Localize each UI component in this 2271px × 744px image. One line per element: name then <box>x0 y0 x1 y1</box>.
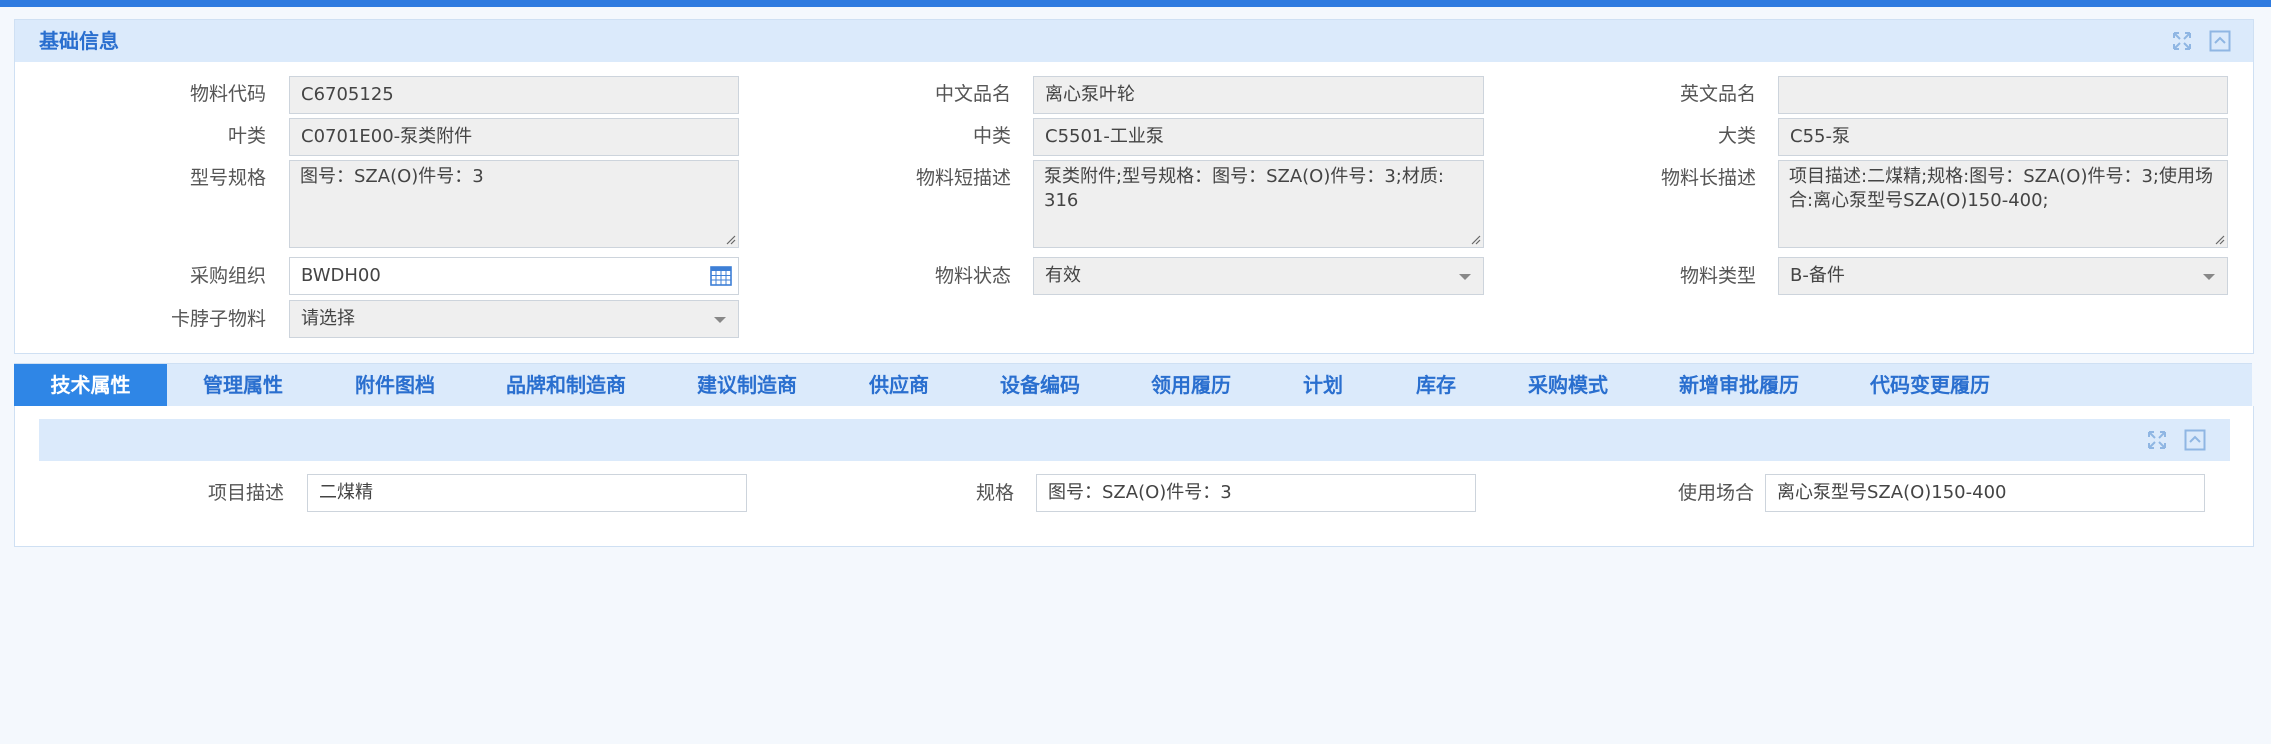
tab-equipment-code[interactable]: 设备编码 <box>1000 364 1080 406</box>
tech-attributes-header <box>39 419 2230 461</box>
model-spec-textarea[interactable]: 图号：SZA(O)件号：3 <box>289 160 739 248</box>
resize-grip-icon[interactable] <box>2213 233 2225 245</box>
dropdown-arrow-icon[interactable] <box>714 317 726 323</box>
english-name-label: 英文品名 <box>1679 83 1756 105</box>
neck-material-value: 请选择 <box>301 308 355 329</box>
expand-icon[interactable] <box>2171 30 2193 52</box>
tab-management-attributes[interactable]: 管理属性 <box>203 364 283 406</box>
middle-class-label: 中类 <box>972 125 1011 147</box>
dropdown-arrow-icon[interactable] <box>2203 274 2215 280</box>
tab-inventory[interactable]: 库存 <box>1416 364 1456 406</box>
usage-value: 离心泵型号SZA(O)150-400 <box>1777 482 2007 503</box>
tab-purchase-mode[interactable]: 采购模式 <box>1528 364 1608 406</box>
project-desc-field[interactable]: 二煤精 <box>307 474 747 512</box>
material-type-value: B-备件 <box>1790 265 1845 286</box>
material-type-label: 物料类型 <box>1679 265 1756 287</box>
material-code-value: C6705125 <box>301 84 394 105</box>
spec-label: 规格 <box>975 482 1014 504</box>
model-spec-value: 图号：SZA(O)件号：3 <box>300 166 484 187</box>
model-spec-label: 型号规格 <box>189 167 266 189</box>
material-status-label: 物料状态 <box>934 265 1011 287</box>
major-class-value: C55-泵 <box>1790 126 1850 147</box>
expand-icon[interactable] <box>2146 429 2168 451</box>
tab-usage-history[interactable]: 领用履历 <box>1151 364 1231 406</box>
project-desc-value: 二煤精 <box>319 482 373 503</box>
long-desc-value: 项目描述:二煤精;规格:图号：SZA(O)件号：3;使用场合:离心泵型号SZA(… <box>1789 166 2213 211</box>
leaf-class-label: 叶类 <box>227 125 266 147</box>
material-code-label: 物料代码 <box>189 83 266 105</box>
tab-bar: 技术属性 管理属性 附件图档 品牌和制造商 建议制造商 供应商 设备编码 领用履… <box>14 363 2252 408</box>
spec-value: 图号：SZA(O)件号：3 <box>1048 482 1232 503</box>
long-desc-label: 物料长描述 <box>1660 167 1756 189</box>
top-accent-bar <box>0 0 2271 7</box>
purchase-org-value: BWDH00 <box>301 265 381 286</box>
tab-attachments[interactable]: 附件图档 <box>355 364 435 406</box>
usage-field[interactable]: 离心泵型号SZA(O)150-400 <box>1765 474 2205 512</box>
resize-grip-icon[interactable] <box>724 233 736 245</box>
tech-attributes-panel: 项目描述 二煤精 规格 图号：SZA(O)件号：3 使用场合 离心泵型号SZA(… <box>14 406 2254 547</box>
leaf-class-field[interactable]: C0701E00-泵类附件 <box>289 118 739 156</box>
spec-field[interactable]: 图号：SZA(O)件号：3 <box>1036 474 1476 512</box>
purchase-org-field[interactable]: BWDH00 <box>289 257 739 295</box>
short-desc-value: 泵类附件;型号规格：图号：SZA(O)件号：3;材质: 316 <box>1044 166 1444 211</box>
collapse-icon[interactable] <box>2184 429 2206 451</box>
tab-supplier[interactable]: 供应商 <box>869 364 929 406</box>
leaf-class-value: C0701E00-泵类附件 <box>301 126 473 147</box>
basic-info-panel: 基础信息 物料代码 C6705125 中文品名 离心泵叶轮 英文品名 叶类 C0… <box>14 19 2254 354</box>
tab-plan[interactable]: 计划 <box>1303 364 1343 406</box>
english-name-field[interactable] <box>1778 76 2228 114</box>
material-code-field[interactable]: C6705125 <box>289 76 739 114</box>
major-class-field[interactable]: C55-泵 <box>1778 118 2228 156</box>
neck-material-select[interactable]: 请选择 <box>289 300 739 338</box>
usage-label: 使用场合 <box>1677 482 1754 504</box>
major-class-label: 大类 <box>1717 125 1756 147</box>
short-desc-textarea[interactable]: 泵类附件;型号规格：图号：SZA(O)件号：3;材质: 316 <box>1033 160 1484 248</box>
chinese-name-field[interactable]: 离心泵叶轮 <box>1033 76 1484 114</box>
chinese-name-label: 中文品名 <box>934 83 1011 105</box>
collapse-icon[interactable] <box>2209 30 2231 52</box>
short-desc-label: 物料短描述 <box>915 167 1011 189</box>
long-desc-textarea[interactable]: 项目描述:二煤精;规格:图号：SZA(O)件号：3;使用场合:离心泵型号SZA(… <box>1778 160 2228 248</box>
basic-info-header: 基础信息 <box>15 20 2253 62</box>
neck-material-label: 卡脖子物料 <box>170 308 266 330</box>
resize-grip-icon[interactable] <box>1469 233 1481 245</box>
material-type-select[interactable]: B-备件 <box>1778 257 2228 295</box>
tab-approval-history[interactable]: 新增审批履历 <box>1679 364 1799 406</box>
material-status-value: 有效 <box>1045 265 1081 286</box>
tab-code-change-history[interactable]: 代码变更履历 <box>1870 364 1990 406</box>
tab-suggested-manufacturer[interactable]: 建议制造商 <box>697 364 797 406</box>
middle-class-field[interactable]: C5501-工业泵 <box>1033 118 1484 156</box>
calendar-icon[interactable] <box>710 265 732 287</box>
tab-brand-manufacturer[interactable]: 品牌和制造商 <box>506 364 626 406</box>
tab-tech-attributes[interactable]: 技术属性 <box>14 364 167 406</box>
project-desc-label: 项目描述 <box>207 482 284 504</box>
chinese-name-value: 离心泵叶轮 <box>1045 84 1135 105</box>
purchase-org-label: 采购组织 <box>189 265 266 287</box>
basic-info-title: 基础信息 <box>39 29 119 53</box>
material-status-select[interactable]: 有效 <box>1033 257 1484 295</box>
middle-class-value: C5501-工业泵 <box>1045 126 1164 147</box>
dropdown-arrow-icon[interactable] <box>1459 274 1471 280</box>
